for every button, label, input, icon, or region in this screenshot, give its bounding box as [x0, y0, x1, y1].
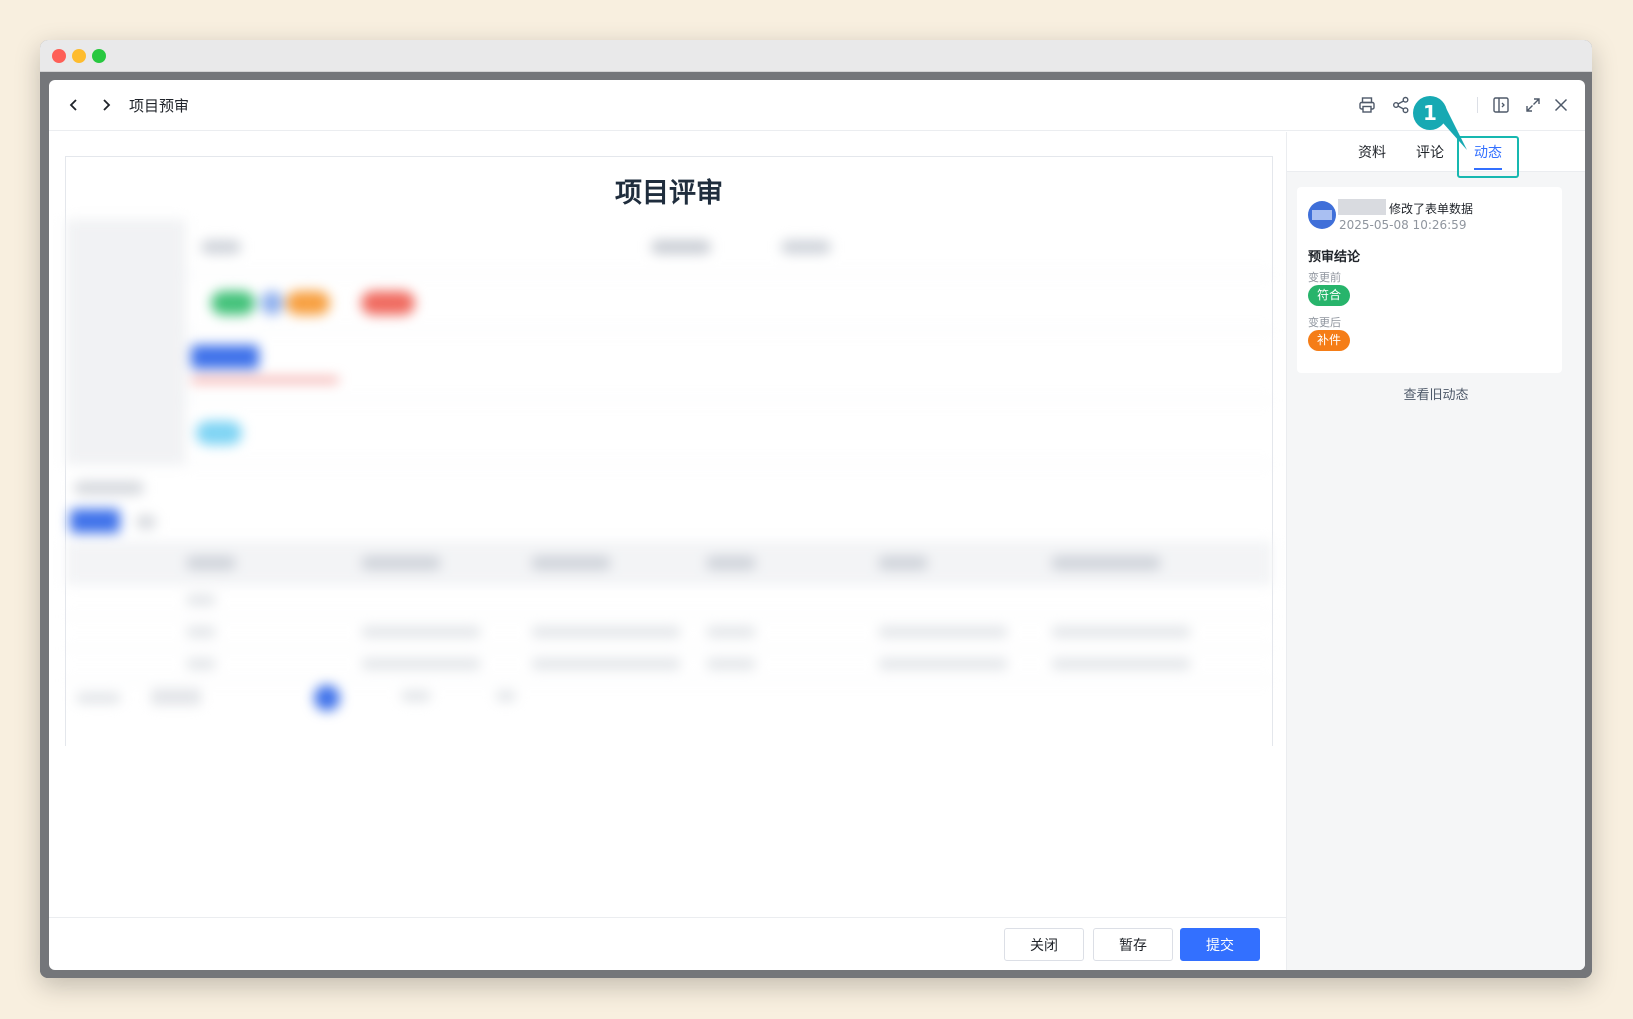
window-titlebar — [40, 40, 1592, 72]
blurred-form-fields — [66, 219, 1272, 746]
form-sheet: 项目评审 — [65, 156, 1273, 746]
form-row — [66, 275, 1272, 331]
after-value-tag: 补件 — [1308, 330, 1351, 351]
avatar — [1308, 201, 1336, 229]
print-button[interactable] — [1355, 93, 1379, 117]
redacted-username — [1338, 199, 1386, 215]
chevron-right-icon — [103, 99, 111, 111]
table-row — [66, 649, 1272, 681]
form-row — [66, 401, 1272, 465]
share-icon — [1393, 96, 1409, 114]
view-old-activity-link[interactable]: 查看旧动态 — [1287, 384, 1585, 403]
save-draft-button[interactable]: 暂存 — [1093, 928, 1173, 961]
share-button[interactable] — [1389, 93, 1413, 117]
table-header — [66, 541, 1272, 585]
after-label: 变更后 — [1308, 316, 1341, 329]
expand-icon — [1526, 98, 1540, 112]
form-title: 项目评审 — [615, 178, 723, 209]
close-window-button[interactable] — [52, 49, 66, 63]
activity-timestamp: 2025-05-08 10:26:59 — [1339, 218, 1467, 232]
activity-card: 修改了表单数据 2025-05-08 10:26:59 预审结论 变更前 符合 … — [1297, 187, 1562, 373]
record-modal: 项目预审 项目评审 关闭 暂存 提交 资料 评论 动态 修改了表单数据 2025… — [49, 80, 1585, 970]
activity-action: 修改了表单数据 — [1389, 202, 1474, 216]
close-button[interactable]: 关闭 — [1004, 928, 1084, 961]
fullscreen-button[interactable] — [1521, 93, 1545, 117]
tab-materials[interactable]: 资料 — [1358, 142, 1386, 162]
close-icon — [1554, 98, 1568, 112]
form-row — [66, 331, 1272, 401]
close-modal-button[interactable] — [1549, 93, 1573, 117]
before-value-tag: 符合 — [1308, 285, 1351, 306]
form-content-area: 项目评审 — [49, 132, 1286, 917]
app-window: 项目预审 项目评审 关闭 暂存 提交 资料 评论 动态 修改了表单数据 2025… — [40, 40, 1592, 978]
page-title: 项目预审 — [129, 97, 190, 115]
chevron-left-icon — [69, 99, 77, 111]
changed-field-name: 预审结论 — [1308, 250, 1361, 265]
submit-button[interactable]: 提交 — [1180, 928, 1260, 961]
maximize-window-button[interactable] — [92, 49, 106, 63]
table-row — [66, 585, 1272, 617]
previous-record-button[interactable] — [63, 94, 85, 116]
minimize-window-button[interactable] — [72, 49, 86, 63]
side-panel: 资料 评论 动态 修改了表单数据 2025-05-08 10:26:59 预审结… — [1286, 132, 1585, 970]
before-label: 变更前 — [1308, 271, 1341, 284]
modal-header: 项目预审 — [49, 80, 1585, 131]
next-record-button[interactable] — [95, 94, 117, 116]
annotation-callout-badge: 1 — [1413, 96, 1447, 130]
modal-footer: 关闭 暂存 提交 — [49, 917, 1286, 970]
printer-icon — [1359, 97, 1375, 113]
form-row — [66, 219, 1272, 275]
table-row — [66, 617, 1272, 649]
